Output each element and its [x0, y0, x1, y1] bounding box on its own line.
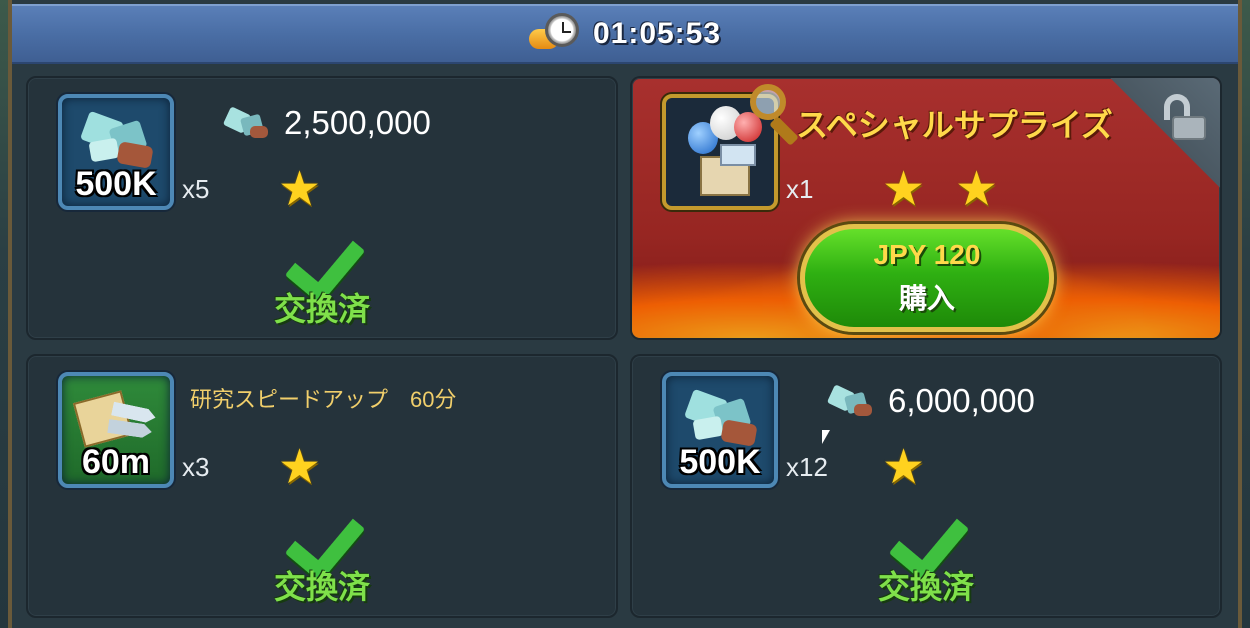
clock-arrow-icon: [528, 11, 581, 57]
item-slot[interactable]: 60m: [58, 372, 174, 488]
ore-small-icon: [222, 106, 270, 140]
checkmark-icon: [296, 502, 366, 558]
buy-button[interactable]: JPY 120 購入: [800, 224, 1054, 332]
exchanged-status: 交換済: [878, 569, 975, 605]
item-quantity: x12: [786, 452, 828, 482]
resource-value: 6,000,000: [888, 382, 1035, 419]
item-quantity: x5: [182, 174, 210, 204]
countdown-timer: 01:05:53: [592, 17, 722, 50]
ore-small-icon: [826, 384, 874, 418]
resource-value: 2,500,000: [284, 104, 431, 141]
item-quantity: x1: [786, 174, 814, 204]
star-rating: ★: [882, 444, 925, 492]
item-amount-label: 60m: [81, 443, 151, 481]
checkmark-icon: [296, 224, 366, 280]
item-slot[interactable]: 500K: [58, 94, 174, 210]
offer-card-resource-2: 500K x12 6,000,000 ★ 交換済: [630, 354, 1222, 618]
buy-label: 購入: [898, 283, 955, 314]
item-amount-label: 500K: [679, 443, 761, 481]
offer-card-research-speedup: 60m 研究スピードアップ 60分 x3 ★ 交換済: [26, 354, 618, 618]
star-rating: ★: [278, 166, 321, 214]
star-icon: ★: [882, 441, 926, 494]
exchanged-status: 交換済: [274, 569, 371, 605]
star-icon: ★: [955, 163, 999, 216]
ore-icon: [76, 110, 156, 172]
offer-card-resource-1: 500K x5 2,500,000 ★ 交換済: [26, 76, 618, 340]
resource-total: 6,000,000: [826, 382, 1035, 420]
item-slot[interactable]: 500K: [662, 372, 778, 488]
checkmark-icon: [900, 502, 970, 558]
star-rating: ★: [278, 444, 321, 492]
star-icon: ★: [882, 163, 926, 216]
resource-total: 2,500,000: [222, 104, 431, 142]
item-quantity: x3: [182, 452, 210, 482]
mouse-cursor: [822, 430, 830, 444]
ore-icon: [680, 388, 760, 450]
offer-card-special: スペシャルサプライズ x1 ★ ★ JPY 120 購入: [630, 76, 1222, 340]
special-offer-title: スペシャルサプライズ: [796, 107, 1113, 143]
unlocked-lock-icon[interactable]: [1162, 94, 1208, 142]
item-amount-label: 500K: [75, 165, 157, 203]
star-icon: ★: [278, 441, 322, 494]
timer-bar: 01:05:53: [12, 4, 1238, 64]
exchanged-status: 交換済: [274, 291, 371, 327]
research-speedup-title: 研究スピードアップ 60分: [190, 387, 457, 412]
buy-price: JPY 120: [873, 239, 981, 270]
star-icon: ★: [278, 163, 322, 216]
star-rating: ★ ★: [882, 166, 998, 214]
